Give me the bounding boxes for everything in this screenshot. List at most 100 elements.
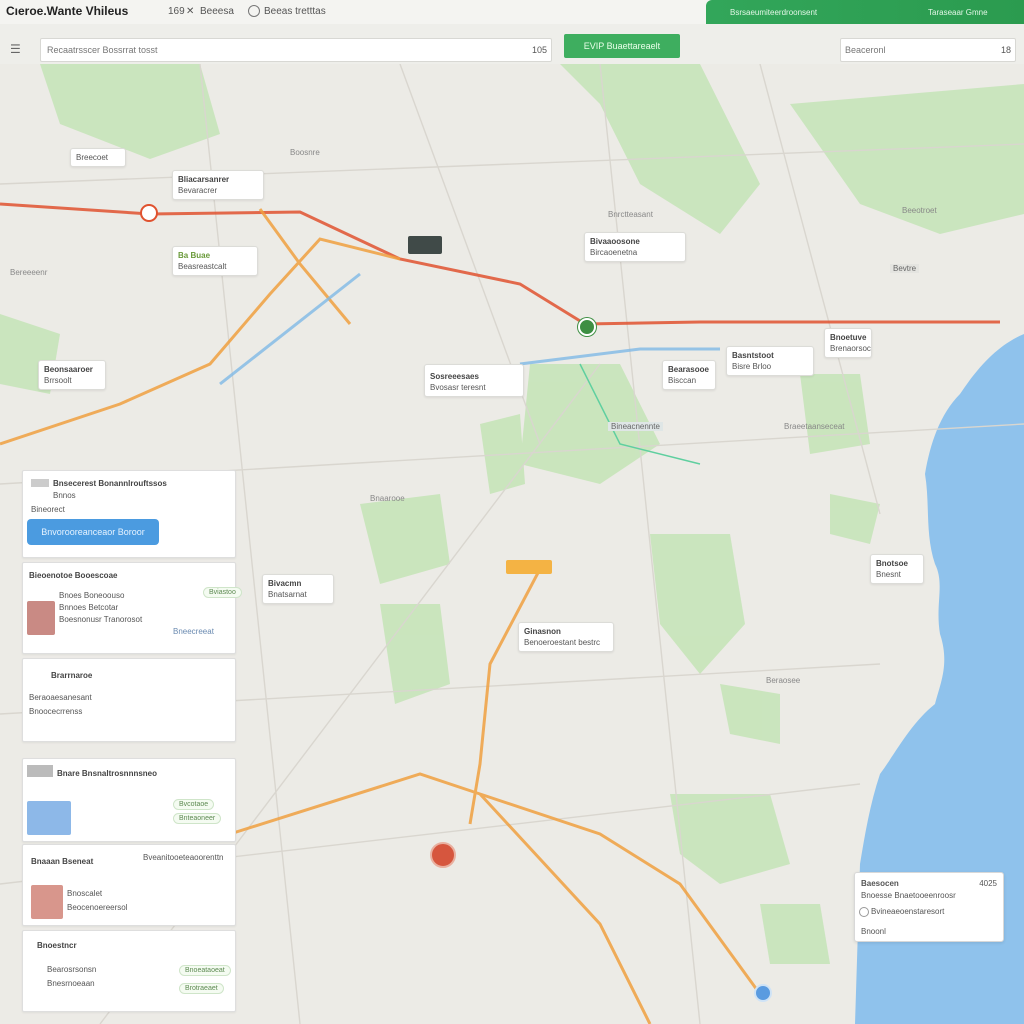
app-title: Cıeroe.Wante Vhileus [6,4,129,18]
layers-icon[interactable]: ☰ [10,42,21,56]
map-label-title: Bliacarsanrer [178,175,230,184]
card-title: Bnaaan Bseneat [31,857,94,866]
bus-stop-icon[interactable] [408,236,442,254]
map-label-title: Ginasnon [524,627,561,636]
map-label-title: Bnoetuve [830,333,867,342]
card-line: Bearosrsonsn [47,965,97,974]
map-label-text: Breecoet [76,153,109,162]
card-title: Brarrnaroe [51,671,93,680]
route-card[interactable]: Bnsecerest Bonannlrouftssos Bnnos Bineor… [22,470,236,558]
status-chip[interactable]: Brotraeaet [179,983,224,994]
map-label-title: Ba Buae [178,251,211,260]
card-title: Bnoestncr [37,941,77,950]
info-panel-badge: 4025 [979,879,997,888]
search-input[interactable]: Recaatrsscer Bossrrat tosst 105 [40,38,552,62]
place-thumbnail [31,885,63,919]
map-label[interactable]: Basntstoot Bisre Brloo [726,346,814,376]
globe-icon[interactable] [248,5,260,17]
secondary-input[interactable]: Beaceronl 18 [840,38,1016,62]
card-title: Bnare Bnsnaltrosnnnsneo [57,769,158,778]
map-label-text: Bisccan [668,376,697,385]
map-label-title: Basntstoot [732,351,774,360]
map-label[interactable]: Ba Buae Beasreastcalt [172,246,258,276]
card-line: Bnesrnoeaan [47,979,95,988]
map-pin-marker[interactable] [140,204,158,222]
map-label[interactable]: Bnoetuve Brenaorsoc [824,328,872,358]
origin-pin-icon[interactable] [754,984,772,1002]
route-card[interactable]: Brarrnaroe Beraoaesanesant Bnoocecrrenss [22,658,236,742]
secondary-input-text: Beaceronl [845,45,886,55]
map-label[interactable]: Beonsaaroer Brrsoolt [38,360,106,390]
card-line: Beraoaesanesant [29,693,92,702]
card-line: Bineorect [31,505,65,514]
route-info-panel[interactable]: Baesocen 4025 Bnoesse Bnaetooeenroosr Bv… [854,872,1004,942]
search-placeholder: Recaatrsscer Bossrrat tosst [47,45,158,55]
status-chip[interactable]: Bvcotaoe [173,799,215,810]
map-label-title: Beonsaaroer [44,365,93,374]
radio-icon[interactable] [859,907,869,917]
status-chip[interactable]: Bviastoo [203,587,242,598]
vehicle-thumbnail [27,801,71,835]
card-icon [31,479,49,487]
topbar-item-tab[interactable]: Beeesa [200,6,234,17]
map-label[interactable]: Sosreeesaes Bvosasr teresnt [424,364,524,397]
route-card[interactable]: Bieoenotoe Booescoae Bnoes Boneoouso Bnn… [22,562,242,654]
map-label-title: Bearasooe [668,365,709,374]
card-line: Bnoocecrrenss [29,707,83,716]
card-title: Bnsecerest Bonannlrouftssos [53,479,167,488]
road-tag: Boosnre [290,148,320,157]
map-label[interactable]: Ginasnon Benoeroestant bestrc [518,622,614,652]
place-thumbnail [27,601,55,635]
top-bar: Cıeroe.Wante Vhileus 169 ✕ Beeesa Beeas … [0,0,1024,25]
road-tag: Bnaarooe [370,494,405,503]
status-chip[interactable]: Bnoeataoeat [179,965,231,976]
secondary-input-count: 18 [1000,45,1011,55]
map-label[interactable]: Bearasooe Bisccan [662,360,716,390]
card-line: Boesnonusr Tranorosot [59,615,143,624]
route-card[interactable]: Bnare Bnsnaltrosnnnsneo Bvcotaoe Bnteaon… [22,758,236,842]
topbar-item-count[interactable]: 169 [168,6,185,17]
map-label-text: Bnatsarnat [268,590,307,599]
map-label[interactable]: Bliacarsanrer Bevaracrer [172,170,264,200]
road-tag: Braeetaanseceat [784,422,845,431]
card-subtitle: Bnnos [53,491,76,500]
road-tag: Bnrctteasant [608,210,653,219]
map-label[interactable]: Bnotsoe Bnesnt [870,554,924,584]
road-tag: Bevtre [890,264,920,273]
route-card[interactable]: Bnoestncr Bearosrsonsn Bnesrnoeaan Bnoea… [22,930,236,1012]
map-label[interactable]: Bivaaoosone Bircaoenetna [584,232,686,262]
account-text: Bsrsaeumiteerdroonsent [730,8,818,17]
start-navigation-button[interactable]: Bnvorooreanceaor Boroor [27,519,159,545]
route-button[interactable]: EVIP Buaettareaelt [564,34,680,58]
map-label-text: Bvosasr teresnt [430,383,486,392]
map-label-text: Bevaracrer [178,186,218,195]
card-note: Bveanitooeteaoorenttn [143,853,224,862]
account-name[interactable]: Taraseaar Gmne [928,8,988,17]
info-panel-line: Bvineaeoenstaresort [871,907,945,916]
search-count: 105 [531,45,547,55]
topbar-item-label[interactable]: Beeas tretttas [264,6,326,17]
card-line: Bnoscalet [67,889,103,898]
info-panel-line: Bnoesse Bnaetooeenroosr [861,891,956,900]
map-label-title: Bivaaoosone [590,237,640,246]
traffic-marker[interactable] [506,560,552,574]
road-tag: Beraosee [766,676,801,685]
map-label-title: Sosreeesaes [430,372,479,381]
status-chip[interactable]: Bnteaoneer [173,813,222,824]
close-icon[interactable]: ✕ [186,6,194,17]
map-label[interactable]: Bivacmn Bnatsarnat [262,574,334,604]
road-tag: Bereeeenr [10,268,48,277]
card-line: Bnnoes Betcotar [59,603,119,612]
map-label-text: Beasreastcalt [178,262,227,271]
route-card[interactable]: Bnaaan Bseneat Bveanitooeteaoorenttn Bno… [22,844,236,926]
map-label[interactable]: Breecoet [70,148,126,167]
location-pin-icon[interactable] [578,318,596,336]
card-note: Bneecreeat [173,627,214,636]
map-label-text: Brrsoolt [44,376,72,385]
destination-pin-icon[interactable] [430,842,456,868]
card-line: Beocenoereersol [67,903,128,912]
info-panel-line: Bnoonl [861,927,886,936]
card-title: Bieoenotoe Booescoae [29,571,118,580]
road-tag: Beeotroet [902,206,937,215]
card-line: Bnoes Boneoouso [59,591,125,600]
